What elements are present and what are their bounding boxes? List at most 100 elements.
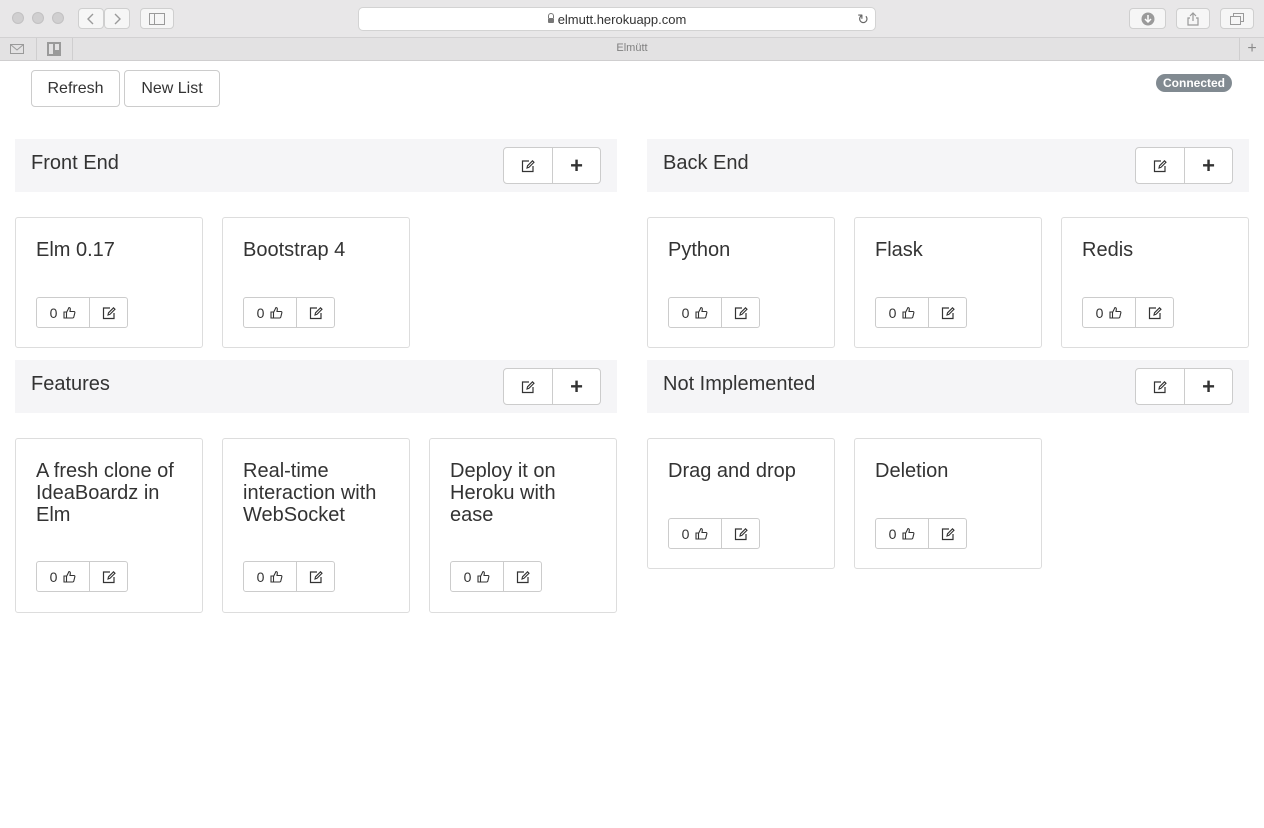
vote-count: 0 bbox=[681, 304, 690, 321]
list-header-back-end: Back End + bbox=[647, 139, 1249, 192]
edit-card-button[interactable] bbox=[721, 519, 759, 548]
share-icon bbox=[1187, 11, 1199, 26]
downloads-button[interactable] bbox=[1129, 8, 1166, 29]
card-title: Bootstrap 4 bbox=[243, 239, 346, 261]
share-button[interactable] bbox=[1176, 8, 1210, 29]
close-window-button[interactable] bbox=[12, 12, 24, 24]
list-actions: + bbox=[1135, 368, 1233, 405]
edit-card-button[interactable] bbox=[928, 298, 966, 327]
tabs-icon bbox=[1230, 12, 1244, 25]
tabs-overview-button[interactable] bbox=[1220, 8, 1254, 29]
vote-button[interactable]: 0 bbox=[669, 298, 721, 327]
card: Redis 0 bbox=[1061, 217, 1249, 348]
list-header-features: Features + bbox=[15, 360, 617, 413]
vote-count: 0 bbox=[49, 304, 58, 321]
edit-icon bbox=[1153, 380, 1167, 393]
card-actions: 0 bbox=[243, 297, 335, 328]
vote-button[interactable]: 0 bbox=[876, 519, 928, 548]
plus-icon: + bbox=[1202, 152, 1215, 178]
url-text: elmutt.herokuapp.com bbox=[557, 11, 687, 27]
list-title: Front End bbox=[31, 152, 119, 174]
reload-icon[interactable]: ↻ bbox=[857, 11, 869, 28]
edit-list-button[interactable] bbox=[504, 369, 552, 404]
edit-card-button[interactable] bbox=[503, 562, 541, 591]
card-actions: 0 bbox=[36, 561, 128, 592]
edit-card-button[interactable] bbox=[89, 562, 127, 591]
address-bar[interactable]: elmutt.herokuapp.com ↻ bbox=[358, 7, 876, 31]
card-actions: 0 bbox=[668, 518, 760, 549]
vote-button[interactable]: 0 bbox=[451, 562, 503, 591]
download-icon bbox=[1141, 12, 1154, 25]
card: A fresh clone of IdeaBoardz in Elm 0 bbox=[15, 438, 203, 613]
edit-card-button[interactable] bbox=[296, 298, 334, 327]
edit-icon bbox=[1153, 159, 1167, 172]
card: Drag and drop 0 bbox=[647, 438, 835, 569]
edit-icon bbox=[521, 159, 535, 172]
zoom-window-button[interactable] bbox=[52, 12, 64, 24]
vote-button[interactable]: 0 bbox=[244, 298, 296, 327]
edit-list-button[interactable] bbox=[504, 148, 552, 183]
card-actions: 0 bbox=[1082, 297, 1174, 328]
add-card-button[interactable]: + bbox=[1184, 148, 1232, 183]
edit-icon bbox=[521, 380, 535, 393]
sidebar-icon bbox=[149, 12, 165, 25]
card-actions: 0 bbox=[450, 561, 542, 592]
refresh-button[interactable]: Refresh bbox=[31, 70, 120, 107]
edit-icon bbox=[309, 306, 323, 319]
vote-button[interactable]: 0 bbox=[1083, 298, 1135, 327]
card-actions: 0 bbox=[875, 297, 967, 328]
card: Real-time interaction with WebSocket 0 bbox=[222, 438, 410, 613]
card-title: Drag and drop bbox=[668, 460, 796, 482]
vote-count: 0 bbox=[888, 304, 897, 321]
list-title: Not Implemented bbox=[663, 373, 816, 395]
forward-button[interactable] bbox=[104, 8, 130, 29]
vote-count: 0 bbox=[1095, 304, 1104, 321]
chevron-left-icon bbox=[87, 13, 94, 24]
thumbs-up-icon bbox=[270, 306, 283, 319]
edit-card-button[interactable] bbox=[1135, 298, 1173, 327]
edit-card-button[interactable] bbox=[296, 562, 334, 591]
new-tab-button[interactable]: + bbox=[1239, 38, 1264, 60]
status-badge: Connected bbox=[1156, 74, 1233, 92]
thumbs-up-icon bbox=[270, 570, 283, 583]
lock-icon bbox=[547, 12, 554, 23]
edit-list-button[interactable] bbox=[1136, 369, 1184, 404]
vote-button[interactable]: 0 bbox=[876, 298, 928, 327]
vote-button[interactable]: 0 bbox=[37, 298, 89, 327]
vote-button[interactable]: 0 bbox=[244, 562, 296, 591]
thumbs-up-icon bbox=[1109, 306, 1122, 319]
edit-icon bbox=[309, 570, 323, 583]
card-actions: 0 bbox=[36, 297, 128, 328]
list-actions: + bbox=[1135, 147, 1233, 184]
edit-list-button[interactable] bbox=[1136, 148, 1184, 183]
card-actions: 0 bbox=[243, 561, 335, 592]
card-title: Redis bbox=[1082, 239, 1134, 261]
minimize-window-button[interactable] bbox=[32, 12, 44, 24]
add-card-button[interactable]: + bbox=[552, 148, 600, 183]
plus-icon: + bbox=[1202, 373, 1215, 399]
card: Flask 0 bbox=[854, 217, 1042, 348]
vote-count: 0 bbox=[888, 525, 897, 542]
thumbs-up-icon bbox=[63, 306, 76, 319]
thumbs-up-icon bbox=[63, 570, 76, 583]
vote-button[interactable]: 0 bbox=[669, 519, 721, 548]
back-button[interactable] bbox=[78, 8, 104, 29]
thumbs-up-icon bbox=[902, 306, 915, 319]
vote-count: 0 bbox=[681, 525, 690, 542]
sidebar-toggle-button[interactable] bbox=[140, 8, 174, 29]
add-card-button[interactable]: + bbox=[552, 369, 600, 404]
card: Elm 0.17 0 bbox=[15, 217, 203, 348]
edit-icon bbox=[102, 306, 116, 319]
edit-card-button[interactable] bbox=[721, 298, 759, 327]
list-title: Features bbox=[31, 373, 110, 395]
vote-button[interactable]: 0 bbox=[37, 562, 89, 591]
edit-icon bbox=[734, 527, 748, 540]
add-card-button[interactable]: + bbox=[1184, 369, 1232, 404]
new-list-button[interactable]: New List bbox=[124, 70, 220, 107]
thumbs-up-icon bbox=[695, 306, 708, 319]
card-title: Real-time interaction with WebSocket bbox=[243, 460, 377, 526]
tab-title[interactable]: Elmütt bbox=[0, 42, 1264, 54]
plus-icon: + bbox=[570, 373, 583, 399]
edit-card-button[interactable] bbox=[928, 519, 966, 548]
edit-card-button[interactable] bbox=[89, 298, 127, 327]
